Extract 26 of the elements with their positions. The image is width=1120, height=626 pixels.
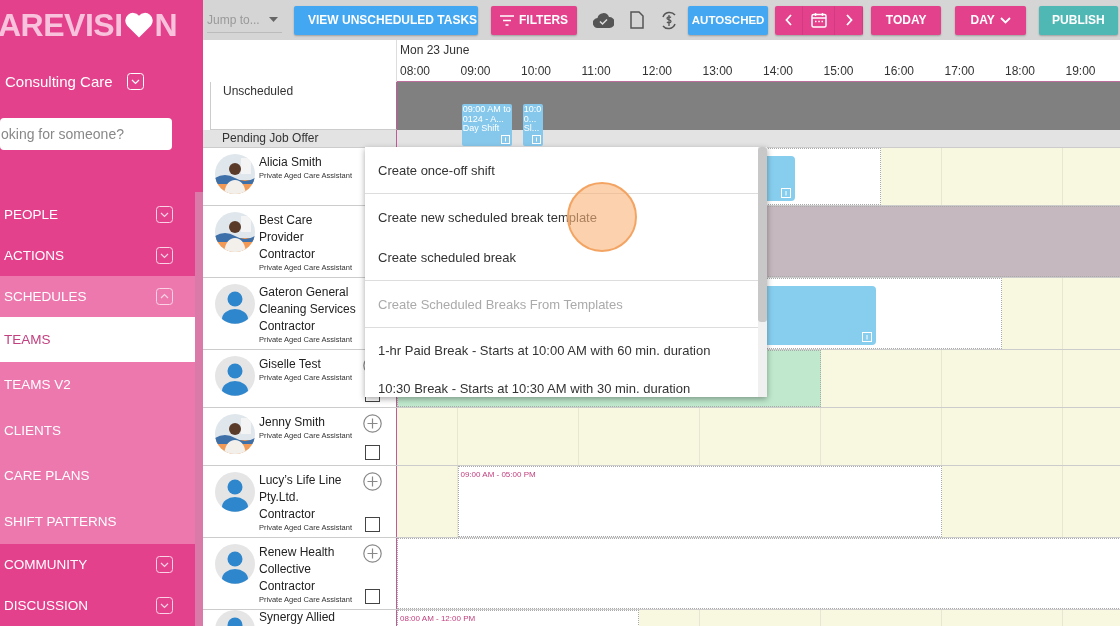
staff-name: Renew Health Collective Contractor: [259, 544, 336, 595]
hour-label: 15:00: [823, 64, 855, 78]
organization-name: Consulting Care: [5, 73, 113, 91]
hour-label: 12:00: [642, 64, 674, 78]
staff-name: Alicia Smith: [259, 154, 323, 171]
staff-name: Lucy’s Life Line Pty.Ltd. Contractor: [259, 472, 343, 523]
hour-label: 16:00: [884, 64, 916, 78]
row-label: Unscheduled: [223, 84, 294, 98]
hour-label: 19:00: [1065, 64, 1097, 78]
logo-text: N: [154, 6, 178, 44]
staff-name: Jenny Smith: [259, 414, 327, 431]
menu-item: Create Scheduled Breaks From Templates: [377, 295, 624, 314]
hour-label: 14:00: [763, 64, 795, 78]
hour-label: 18:00: [1005, 64, 1037, 78]
row-label: Pending Job Offer: [222, 131, 319, 145]
hour-label: 10:00: [521, 64, 553, 78]
hour-label: 08:00: [400, 64, 432, 78]
date-label: Mon 23 June: [400, 43, 470, 57]
staff-name: Giselle Test: [259, 356, 322, 373]
staff-name: Best Care Provider Contractor: [259, 212, 317, 263]
staff-name: Gateron General Cleaning Services Contractor: [259, 284, 357, 335]
hour-label: 09:00: [460, 64, 492, 78]
staff-name: Synergy Allied: [259, 610, 337, 625]
hour-label: 11:00: [581, 64, 612, 78]
hour-label: 17:00: [944, 64, 976, 78]
hour-label: 13:00: [702, 64, 734, 78]
